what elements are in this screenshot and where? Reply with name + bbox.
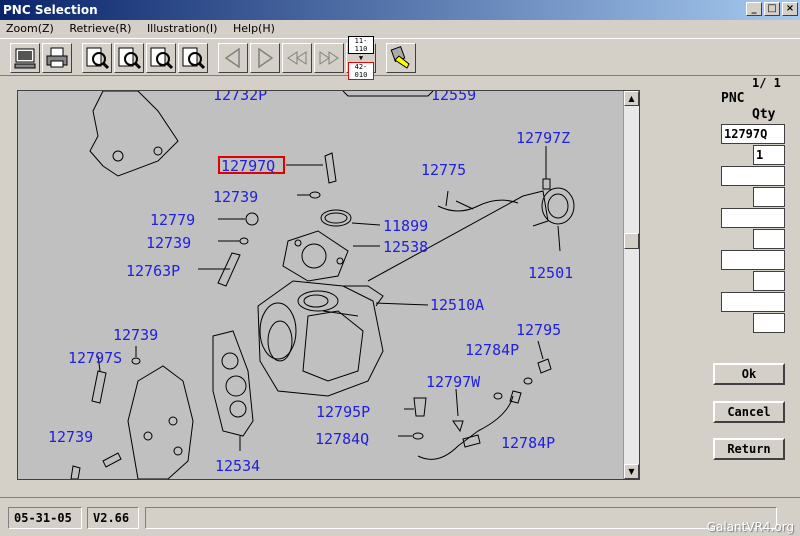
menu-help[interactable]: Help(H) — [233, 22, 275, 35]
triangle-right-icon — [258, 47, 274, 69]
status-bar: 05-31-05 V2.66 — [0, 497, 800, 536]
printer-icon — [46, 47, 68, 68]
stamp-button[interactable] — [386, 43, 416, 73]
zoom-out-button[interactable] — [114, 43, 144, 73]
part-label[interactable]: 12739 — [146, 234, 191, 252]
triangle-left-icon — [224, 47, 240, 69]
ok-button[interactable]: Ok — [713, 363, 785, 385]
status-message — [145, 507, 777, 529]
magnifier-page-icon — [86, 47, 109, 70]
range-button[interactable]: 11-110 ▼ 42-010 — [346, 36, 376, 80]
illustration-viewer[interactable]: 12732P 12559 12797Q 12797Z 12775 12739 1… — [17, 90, 640, 480]
part-label-selected[interactable]: 12797Q — [221, 157, 275, 175]
double-right-icon — [319, 51, 339, 65]
part-label[interactable]: 12739 — [113, 326, 158, 344]
magnifier-page-icon — [182, 47, 205, 70]
monitor-button[interactable] — [10, 43, 40, 73]
qty-cell[interactable] — [753, 187, 785, 207]
stamp-icon — [390, 46, 410, 69]
title-bar: PNC Selection _ □ × — [0, 0, 800, 20]
scroll-thumb[interactable] — [624, 233, 639, 249]
status-version: V2.66 — [87, 507, 139, 529]
part-label[interactable]: 12797W — [426, 373, 480, 391]
double-left-icon — [287, 51, 307, 65]
range-top: 11-110 — [348, 36, 374, 54]
menu-illustration[interactable]: Illustration(I) — [147, 22, 218, 35]
part-label[interactable]: 12784P — [465, 341, 519, 359]
pnc-cell[interactable]: 12797Q — [721, 124, 785, 144]
part-label[interactable]: 12534 — [215, 457, 260, 475]
previous-button[interactable] — [218, 43, 248, 73]
part-label[interactable]: 12538 — [383, 238, 428, 256]
zoom-in-button[interactable] — [82, 43, 112, 73]
first-button[interactable] — [282, 43, 312, 73]
menu-bar: Zoom(Z) Retrieve(R) Illustration(I) Help… — [0, 20, 800, 38]
qty-cell[interactable]: 1 — [753, 145, 785, 165]
qty-cell[interactable] — [753, 271, 785, 291]
part-label[interactable]: 12732P — [213, 91, 267, 104]
zoom-fit-button[interactable] — [146, 43, 176, 73]
pnc-cell[interactable] — [721, 250, 785, 270]
status-date: 05-31-05 — [8, 507, 82, 529]
part-label[interactable]: 12795 — [516, 321, 561, 339]
part-label[interactable]: 12784P — [501, 434, 555, 452]
part-label[interactable]: 12739 — [48, 428, 93, 446]
monitor-icon — [14, 48, 36, 69]
part-label[interactable]: 12510A — [430, 296, 484, 314]
arrow-down-icon: ▼ — [358, 54, 364, 62]
part-label[interactable]: 12797S — [68, 349, 122, 367]
pnc-cell[interactable] — [721, 292, 785, 312]
next-button[interactable] — [250, 43, 280, 73]
pnc-cell[interactable] — [721, 208, 785, 228]
part-label[interactable]: 12559 — [431, 91, 476, 104]
menu-retrieve[interactable]: Retrieve(R) — [69, 22, 131, 35]
magnifier-page-icon — [150, 47, 173, 70]
part-label[interactable]: 12797Z — [516, 129, 570, 147]
pnc-label: PNC — [721, 91, 745, 106]
part-label[interactable]: 12779 — [150, 211, 195, 229]
zoom-area-button[interactable] — [178, 43, 208, 73]
qty-cell[interactable] — [753, 313, 785, 333]
part-label[interactable]: 12763P — [126, 262, 180, 280]
last-button[interactable] — [314, 43, 344, 73]
scroll-up-arrow-icon[interactable]: ▲ — [624, 91, 639, 106]
qty-label: Qty — [752, 107, 776, 122]
vertical-scrollbar[interactable]: ▲ ▼ — [623, 91, 639, 479]
part-label[interactable]: 12739 — [213, 188, 258, 206]
print-button[interactable] — [42, 43, 72, 73]
part-label[interactable]: 12775 — [421, 161, 466, 179]
close-button[interactable]: × — [782, 2, 798, 16]
menu-zoom[interactable]: Zoom(Z) — [6, 22, 54, 35]
magnifier-page-icon — [118, 47, 141, 70]
qty-cell[interactable] — [753, 229, 785, 249]
toolbar: 11-110 ▼ 42-010 — [0, 36, 800, 80]
part-label[interactable]: 12501 — [528, 264, 573, 282]
part-label[interactable]: 12795P — [316, 403, 370, 421]
minimize-button[interactable]: _ — [746, 2, 762, 16]
page-indicator: 1/ 1 — [752, 76, 781, 90]
cancel-button[interactable]: Cancel — [713, 401, 785, 423]
watermark: GalantVR4.org — [706, 520, 794, 534]
part-label[interactable]: 11899 — [383, 217, 428, 235]
scroll-down-arrow-icon[interactable]: ▼ — [624, 464, 639, 479]
return-button[interactable]: Return — [713, 438, 785, 460]
maximize-button[interactable]: □ — [764, 2, 780, 16]
pnc-cell[interactable] — [721, 166, 785, 186]
window-title: PNC Selection — [3, 3, 98, 17]
range-bottom: 42-010 — [348, 62, 374, 80]
part-label[interactable]: 12784Q — [315, 430, 369, 448]
